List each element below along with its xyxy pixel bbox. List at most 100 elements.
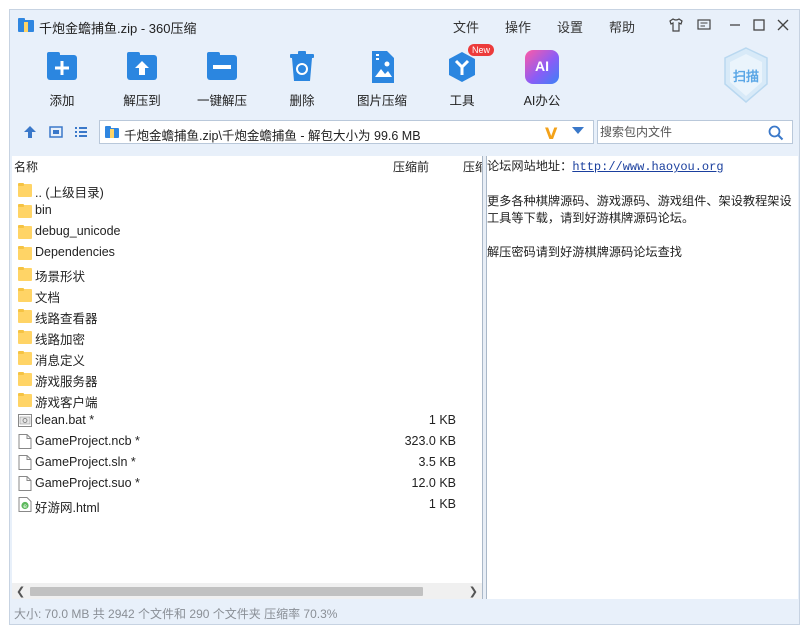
menu-settings[interactable]: 设置 bbox=[557, 17, 583, 36]
folder-icon bbox=[18, 371, 32, 386]
address-bar-row: 千炮金蟾捕鱼.zip\千炮金蟾捕鱼 - 解包大小为 99.6 MB V bbox=[10, 118, 799, 146]
menu-file[interactable]: 文件 bbox=[453, 17, 479, 36]
extract-to-label: 解压到 bbox=[123, 94, 161, 108]
scan-label: 扫描 bbox=[732, 69, 759, 84]
preview-line-3: 解压密码请到好游棋牌源码论坛查找 bbox=[487, 245, 682, 259]
file-row[interactable]: 线路查看器 bbox=[12, 305, 482, 326]
file-row[interactable]: 线路加密 bbox=[12, 326, 482, 347]
ai-office-label: AI办公 bbox=[523, 94, 561, 108]
path-box[interactable]: 千炮金蟾捕鱼.zip\千炮金蟾捕鱼 - 解包大小为 99.6 MB V bbox=[99, 120, 594, 144]
file-row[interactable]: 场景形状 bbox=[12, 263, 482, 284]
file-size-before: 3.5 KB bbox=[418, 455, 456, 469]
scan-button[interactable]: 扫描 bbox=[722, 46, 770, 104]
title-bar: 千炮金蟾捕鱼.zip - 360压缩 文件 操作 设置 帮助 bbox=[10, 10, 799, 40]
new-badge: New bbox=[468, 44, 495, 56]
add-label: 添加 bbox=[49, 94, 75, 108]
search-icon[interactable] bbox=[768, 125, 784, 141]
ai-office-button[interactable]: AI AI办公 bbox=[507, 50, 577, 112]
app-window: 千炮金蟾捕鱼.zip - 360压缩 文件 操作 设置 帮助 添加 解压到 一键… bbox=[9, 9, 800, 625]
file-row[interactable]: e 好游网.html 1 KB bbox=[12, 494, 482, 515]
file-icon bbox=[18, 434, 32, 449]
file-name: GameProject.suo * bbox=[35, 476, 140, 490]
file-size-before: 1 KB bbox=[428, 497, 456, 511]
app-logo-icon bbox=[18, 18, 34, 32]
file-icon bbox=[18, 455, 32, 470]
file-name: 游戏服务器 bbox=[35, 375, 98, 389]
file-row[interactable]: Dependencies bbox=[12, 242, 482, 263]
window-title: 千炮金蟾捕鱼.zip - 360压缩 bbox=[39, 21, 197, 36]
delete-label: 删除 bbox=[289, 94, 315, 108]
scroll-right-icon[interactable]: ❯ bbox=[469, 585, 478, 598]
folder-icon bbox=[18, 224, 32, 239]
file-name: 线路查看器 bbox=[35, 312, 98, 326]
add-button[interactable]: 添加 bbox=[27, 50, 97, 112]
column-header-size-after[interactable]: 压缩 bbox=[463, 156, 482, 178]
tools-button[interactable]: 工具 bbox=[427, 50, 497, 112]
skin-icon[interactable] bbox=[667, 16, 685, 34]
chevron-down-icon[interactable] bbox=[572, 127, 584, 134]
zip-file-icon bbox=[105, 126, 119, 138]
file-name: 好游网.html bbox=[35, 501, 100, 515]
close-icon[interactable] bbox=[774, 16, 792, 34]
file-name: 场景形状 bbox=[35, 270, 86, 284]
archive-path: 千炮金蟾捕鱼.zip\千炮金蟾捕鱼 - 解包大小为 99.6 MB bbox=[124, 129, 421, 143]
minimize-icon[interactable] bbox=[726, 16, 744, 34]
thumbnail-view-icon[interactable] bbox=[48, 124, 64, 140]
file-size-before: 12.0 KB bbox=[411, 476, 456, 490]
file-row[interactable]: .. (上级目录) bbox=[12, 179, 482, 200]
column-header-size-before[interactable]: 压缩前 bbox=[393, 156, 429, 178]
preview-text: 论坛网站地址：http://www.haoyou.org 更多各种棋牌源码、游戏… bbox=[487, 158, 798, 278]
feedback-icon[interactable] bbox=[695, 16, 713, 34]
file-name: 游戏客户端 bbox=[35, 396, 98, 410]
file-name: 文档 bbox=[35, 291, 61, 305]
maximize-icon[interactable] bbox=[750, 16, 768, 34]
preview-line-2: 更多各种棋牌源码、游戏源码、游戏组件、架设教程架设工具等下载，请到好游棋牌源码论… bbox=[487, 194, 792, 225]
file-row[interactable]: GameProject.ncb * 323.0 KB bbox=[12, 431, 482, 452]
delete-button[interactable]: 删除 bbox=[267, 50, 337, 112]
horizontal-scrollbar[interactable]: ❮ ❯ bbox=[12, 583, 482, 599]
trash-icon bbox=[290, 51, 314, 81]
status-text: 大小: 70.0 MB 共 2942 个文件和 290 个文件夹 压缩率 70.… bbox=[14, 607, 338, 621]
folder-icon bbox=[18, 266, 32, 281]
file-row[interactable]: bin bbox=[12, 200, 482, 221]
extract-to-icon bbox=[127, 52, 157, 80]
tools-label: 工具 bbox=[449, 94, 475, 108]
extract-to-button[interactable]: 解压到 bbox=[107, 50, 177, 112]
list-view-icon[interactable] bbox=[73, 124, 89, 140]
file-row[interactable]: 消息定义 bbox=[12, 347, 482, 368]
image-compress-button[interactable]: 图片压缩 bbox=[347, 50, 417, 112]
search-box[interactable] bbox=[597, 120, 793, 144]
one-click-extract-button[interactable]: 一键解压 bbox=[187, 50, 257, 112]
menu-help[interactable]: 帮助 bbox=[609, 17, 635, 36]
add-icon bbox=[47, 52, 77, 80]
forum-link[interactable]: http://www.haoyou.org bbox=[572, 160, 723, 174]
menu-operate[interactable]: 操作 bbox=[505, 17, 531, 36]
up-arrow-icon[interactable] bbox=[22, 124, 38, 140]
scrollbar-thumb[interactable] bbox=[30, 587, 423, 596]
svg-text:e: e bbox=[23, 503, 27, 510]
folder-icon bbox=[18, 308, 32, 323]
v-logo-icon[interactable]: V bbox=[545, 124, 557, 143]
file-list: 名称 压缩前 压缩 .. (上级目录) bin debug_unicode Depen… bbox=[12, 156, 483, 599]
column-header-name[interactable]: 名称 bbox=[14, 156, 38, 178]
file-row[interactable]: 文档 bbox=[12, 284, 482, 305]
ai-icon-text: AI bbox=[535, 58, 549, 74]
file-size-before: 323.0 KB bbox=[404, 434, 456, 448]
status-bar: 大小: 70.0 MB 共 2942 个文件和 290 个文件夹 压缩率 70.… bbox=[10, 600, 799, 624]
file-row[interactable]: clean.bat * 1 KB bbox=[12, 410, 482, 431]
batch-file-icon bbox=[18, 413, 32, 428]
search-input[interactable] bbox=[600, 123, 760, 141]
file-size-before: 1 KB bbox=[428, 413, 456, 427]
folder-icon bbox=[18, 245, 32, 260]
file-row[interactable]: debug_unicode bbox=[12, 221, 482, 242]
forum-label: 论坛网站地址： bbox=[487, 159, 573, 173]
file-row[interactable]: GameProject.sln * 3.5 KB bbox=[12, 452, 482, 473]
scroll-left-icon[interactable]: ❮ bbox=[16, 585, 25, 598]
folder-icon bbox=[18, 392, 32, 407]
file-row[interactable]: 游戏服务器 bbox=[12, 368, 482, 389]
file-row[interactable]: 游戏客户端 bbox=[12, 389, 482, 410]
file-row[interactable]: GameProject.suo * 12.0 KB bbox=[12, 473, 482, 494]
file-name: GameProject.sln * bbox=[35, 455, 136, 469]
folder-icon bbox=[18, 350, 32, 365]
one-click-extract-icon bbox=[207, 52, 237, 80]
